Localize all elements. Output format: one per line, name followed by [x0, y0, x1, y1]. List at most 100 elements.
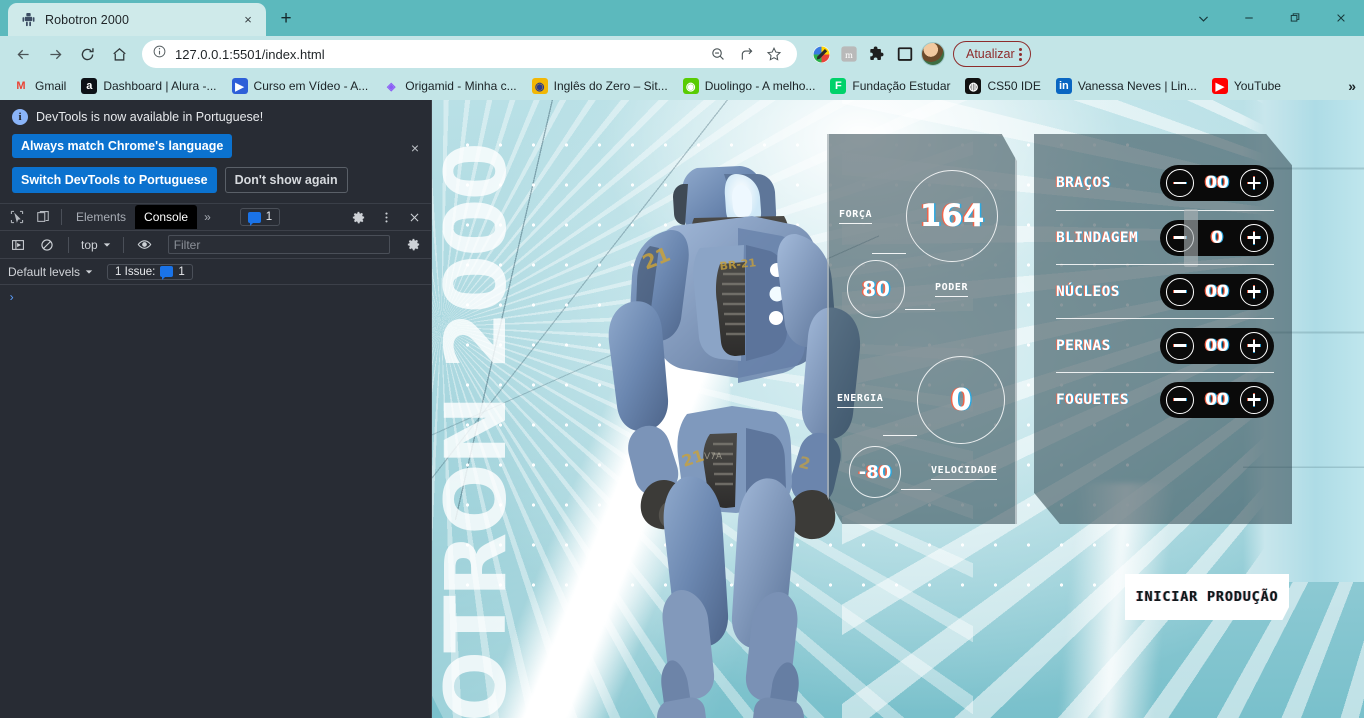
- minus-icon[interactable]: [1166, 223, 1194, 252]
- always-match-language-button[interactable]: Always match Chrome's language: [12, 134, 233, 158]
- plus-icon[interactable]: [1240, 385, 1268, 414]
- console-settings-gear-icon[interactable]: [400, 233, 426, 257]
- star-icon[interactable]: [761, 41, 787, 67]
- plus-icon[interactable]: [1240, 277, 1268, 306]
- tab-strip: Robotron 2000 × +: [0, 0, 1364, 36]
- control-label: PERNAS: [1056, 337, 1111, 354]
- tab-close-icon[interactable]: ×: [238, 10, 258, 30]
- sidepanel-icon[interactable]: [893, 42, 917, 66]
- issues-badge[interactable]: 1: [239, 208, 281, 226]
- tab-search-chevron-icon[interactable]: [1180, 0, 1226, 36]
- stat-label: FORÇA: [839, 209, 873, 224]
- web-page-content: ROBOTRON 2000 21 BR-21 V7A 21 2 FORÇA 16…: [432, 100, 1364, 718]
- bookmark-item[interactable]: ◉ Duolingo - A melho...: [676, 75, 823, 97]
- paint-icon[interactable]: [809, 42, 833, 66]
- bookmark-item[interactable]: ◉ Inglês do Zero – Sit...: [525, 75, 675, 97]
- bookmark-item[interactable]: ◈ Origamid - Minha c...: [376, 75, 523, 97]
- bookmark-item[interactable]: ◍ CS50 IDE: [958, 75, 1047, 97]
- navigation-bar: 127.0.0.1:5501/index.html m Atualizar: [0, 36, 1364, 72]
- execution-context-selector[interactable]: top: [77, 238, 115, 252]
- share-icon[interactable]: [733, 41, 759, 67]
- close-window-button[interactable]: [1318, 0, 1364, 36]
- bookmark-favicon-icon: ◉: [531, 78, 548, 94]
- control-value: 00: [1205, 173, 1229, 193]
- console-filter-input[interactable]: Filter: [167, 235, 390, 254]
- bookmark-label: Inglês do Zero – Sit...: [553, 79, 668, 93]
- more-tabs-icon[interactable]: »: [197, 210, 218, 224]
- info-icon[interactable]: [152, 44, 167, 64]
- control-row: BLINDAGEM 0: [1056, 209, 1274, 267]
- address-bar[interactable]: 127.0.0.1:5501/index.html: [142, 40, 797, 68]
- tab-elements[interactable]: Elements: [67, 205, 135, 229]
- bookmark-label: Origamid - Minha c...: [405, 79, 517, 93]
- console-sidebar-icon[interactable]: [5, 233, 31, 257]
- stat-label: VELOCIDADE: [931, 465, 998, 480]
- bookmark-item[interactable]: M Gmail: [6, 75, 73, 97]
- quantity-stepper: 00: [1160, 165, 1274, 201]
- bookmark-item[interactable]: in Vanessa Neves | Lin...: [1049, 75, 1204, 97]
- browser-tab[interactable]: Robotron 2000 ×: [8, 3, 266, 36]
- clear-console-icon[interactable]: [34, 233, 60, 257]
- chevron-down-icon: [85, 269, 93, 274]
- plus-icon[interactable]: [1240, 223, 1268, 252]
- extension-icons: m: [809, 42, 945, 66]
- maximize-button[interactable]: [1272, 0, 1318, 36]
- minus-icon[interactable]: [1166, 277, 1194, 306]
- stat-value-circle: 164: [906, 170, 999, 262]
- close-devtools-icon[interactable]: [401, 205, 427, 229]
- update-button[interactable]: Atualizar: [953, 41, 1031, 67]
- back-button[interactable]: [8, 39, 38, 69]
- bookmark-favicon-icon: F: [830, 78, 847, 94]
- bookmark-item[interactable]: ▶ YouTube: [1205, 75, 1288, 97]
- switch-language-button[interactable]: Switch DevTools to Portuguese: [12, 167, 217, 193]
- stat-label: ENERGIA: [837, 393, 884, 408]
- plus-icon[interactable]: [1240, 169, 1268, 197]
- stat-velocidade: -80 VELOCIDADE: [849, 446, 998, 498]
- issues-summary-button[interactable]: 1 Issue: 1: [107, 263, 193, 280]
- viewport: i DevTools is now available in Portugues…: [0, 100, 1364, 718]
- stat-value-circle: 0: [917, 356, 1006, 444]
- minimize-button[interactable]: [1226, 0, 1272, 36]
- device-toolbar-icon[interactable]: [30, 205, 56, 229]
- console-prompt[interactable]: ›: [0, 291, 431, 305]
- control-row: NÚCLEOS 00: [1056, 264, 1274, 318]
- bookmark-label: Curso em Vídeo - A...: [253, 79, 369, 93]
- reload-button[interactable]: [72, 39, 102, 69]
- forward-button[interactable]: [40, 39, 70, 69]
- tab-console[interactable]: Console: [135, 205, 198, 229]
- minus-icon[interactable]: [1166, 385, 1194, 414]
- puzzle-icon[interactable]: [865, 42, 889, 66]
- bookmark-item[interactable]: ▶ Curso em Vídeo - A...: [225, 75, 376, 97]
- bookmark-item[interactable]: F Fundação Estudar: [823, 75, 957, 97]
- zoom-out-icon[interactable]: [705, 41, 731, 67]
- console-levels-bar: Default levels 1 Issue: 1: [0, 259, 431, 285]
- dont-show-again-button[interactable]: Don't show again: [224, 167, 348, 193]
- stats-panel: FORÇA 164 80 PODER ENERGIA 0 -80 VELOCIDADE: [827, 134, 1017, 524]
- console-output[interactable]: ›: [0, 285, 431, 718]
- home-button[interactable]: [104, 39, 134, 69]
- m-icon[interactable]: m: [837, 42, 861, 66]
- new-tab-button[interactable]: +: [272, 5, 300, 33]
- issues-summary-count: 1: [178, 265, 185, 278]
- kebab-icon[interactable]: [373, 205, 399, 229]
- profile-avatar[interactable]: [921, 42, 945, 66]
- issues-summary-label: 1 Issue:: [115, 265, 156, 278]
- start-production-button[interactable]: INICIAR PRODUÇÃO: [1125, 574, 1289, 620]
- control-value: 00: [1205, 335, 1229, 356]
- gear-icon[interactable]: [345, 205, 371, 229]
- bookmark-item[interactable]: a Dashboard | Alura -...: [74, 75, 223, 97]
- devtools-language-banner: i DevTools is now available in Portugues…: [0, 100, 431, 204]
- kebab-icon[interactable]: [1018, 47, 1026, 61]
- plus-icon[interactable]: [1240, 331, 1268, 360]
- window-controls: [1180, 0, 1364, 36]
- minus-icon[interactable]: [1166, 169, 1194, 197]
- live-expression-eye-icon[interactable]: [132, 233, 158, 257]
- bookmark-label: Gmail: [35, 79, 67, 93]
- log-levels-selector[interactable]: Default levels: [8, 265, 93, 279]
- minus-icon[interactable]: [1166, 331, 1194, 360]
- log-levels-value: Default levels: [8, 264, 81, 279]
- chevron-down-icon: [103, 242, 110, 247]
- banner-close-icon[interactable]: ×: [411, 140, 419, 156]
- inspect-element-icon[interactable]: [4, 205, 30, 229]
- bookmarks-overflow-icon[interactable]: »: [1348, 78, 1356, 94]
